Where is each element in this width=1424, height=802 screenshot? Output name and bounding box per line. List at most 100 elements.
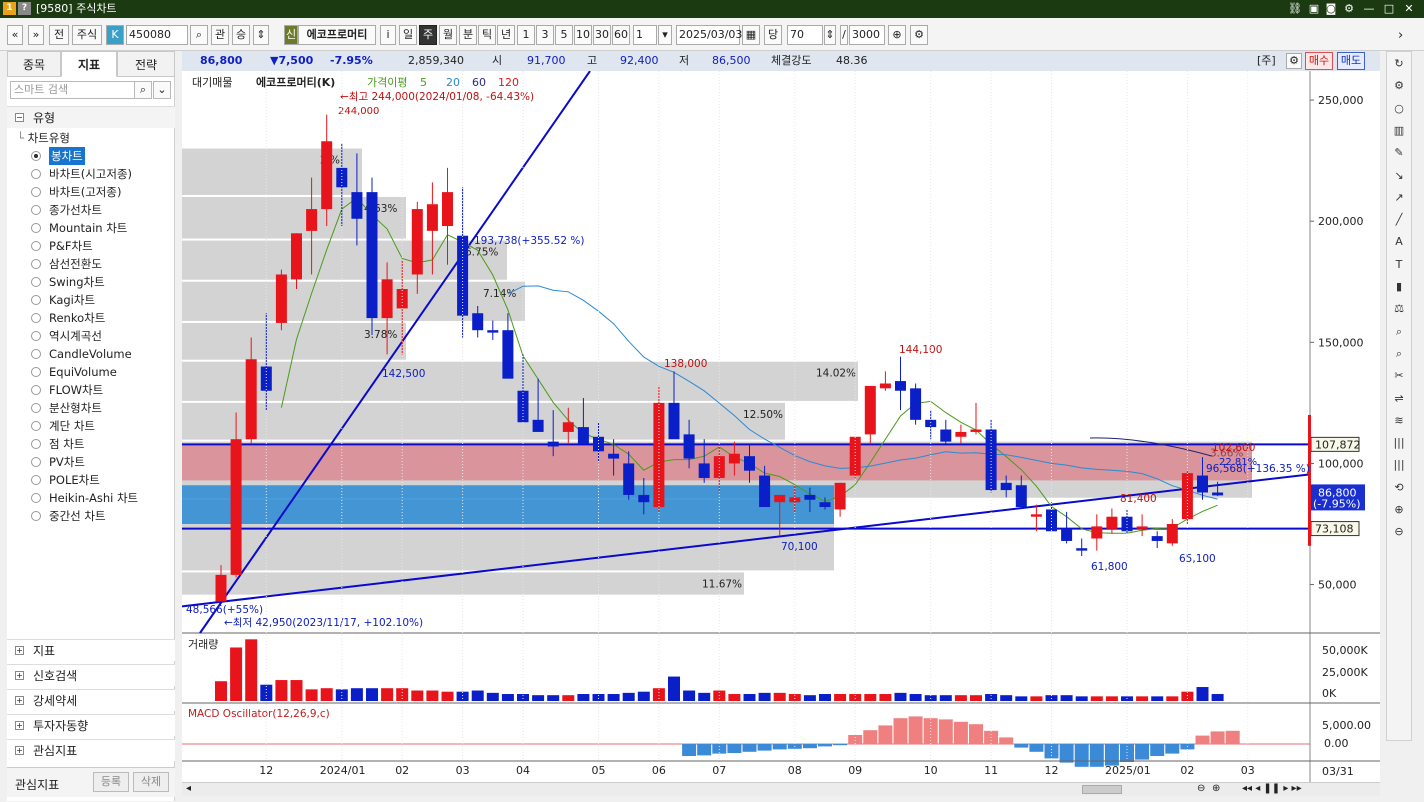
- toolbar-item-18[interactable]: 년: [497, 25, 515, 45]
- radio-icon[interactable]: [31, 475, 41, 485]
- toolbar-item-10[interactable]: 신: [284, 25, 298, 45]
- link-icon[interactable]: ⛓: [1286, 0, 1304, 18]
- toolbar-item-31[interactable]: ⇕: [824, 25, 836, 45]
- zoom-icon[interactable]: ⌕: [1391, 324, 1407, 340]
- section-item[interactable]: + 지표: [7, 639, 175, 661]
- scroll-left-icon[interactable]: ◂: [186, 783, 191, 794]
- toolbar-item-23[interactable]: 30: [593, 25, 611, 45]
- radio-icon[interactable]: [31, 313, 41, 323]
- radio-icon[interactable]: [31, 349, 41, 359]
- plus-icon[interactable]: +: [15, 696, 24, 705]
- search-icon[interactable]: ⌕: [134, 81, 152, 99]
- toolbar-item-32[interactable]: /: [840, 25, 848, 45]
- bar-icon[interactable]: ▮: [1391, 279, 1407, 295]
- auto-icon[interactable]: A: [1391, 234, 1407, 250]
- radio-icon[interactable]: [31, 169, 41, 179]
- radio-icon[interactable]: [31, 277, 41, 287]
- toolbar-item-14[interactable]: 주: [419, 25, 437, 45]
- plus-icon[interactable]: +: [15, 746, 24, 755]
- radio-icon[interactable]: [31, 187, 41, 197]
- toolbar-item-29[interactable]: 당: [764, 25, 782, 45]
- toolbar-item-22[interactable]: 10: [574, 25, 592, 45]
- toolbar-item-2[interactable]: 전: [49, 25, 69, 45]
- zoom-in-icon[interactable]: ⊕: [1391, 502, 1407, 518]
- minus-icon[interactable]: −: [15, 113, 24, 122]
- column-icon[interactable]: |||: [1391, 457, 1407, 473]
- toolbar-item-30[interactable]: 70: [787, 25, 823, 45]
- undo-icon[interactable]: ⟲: [1391, 480, 1407, 496]
- collapse-icon[interactable]: ›: [1398, 28, 1403, 43]
- fibo-icon[interactable]: |||: [1391, 435, 1407, 451]
- radio-icon[interactable]: [31, 439, 41, 449]
- zoom-in-icon[interactable]: ⊕: [1212, 783, 1220, 794]
- toolbar-item-6[interactable]: ⌕: [190, 25, 208, 45]
- toolbar-item-24[interactable]: 60: [612, 25, 630, 45]
- toolbar-item-5[interactable]: 450080: [126, 25, 188, 45]
- tab-indicator[interactable]: 지표: [61, 51, 117, 77]
- radio-icon[interactable]: [31, 331, 41, 341]
- toolbar-item-17[interactable]: 틱: [478, 25, 496, 45]
- toolbar-item-16[interactable]: 분: [459, 25, 477, 45]
- plus-icon[interactable]: +: [15, 721, 24, 730]
- balance-icon[interactable]: ⚖: [1391, 301, 1407, 317]
- maximize-icon[interactable]: □: [1380, 0, 1398, 18]
- zoom-out-icon[interactable]: ⊖: [1391, 524, 1407, 540]
- toolbar-item-7[interactable]: 관: [211, 25, 229, 45]
- arrow-down-icon[interactable]: ↘: [1391, 168, 1407, 184]
- toolbar-item-11[interactable]: 에코프로머티: [298, 25, 376, 45]
- group-chart-type[interactable]: └ 차트유형: [17, 129, 70, 147]
- radio-icon[interactable]: [31, 457, 41, 467]
- radio-icon[interactable]: [31, 367, 41, 377]
- radio-icon[interactable]: [31, 511, 41, 521]
- radio-icon[interactable]: [31, 403, 41, 413]
- toolbar-item-13[interactable]: 일: [399, 25, 417, 45]
- camera-icon[interactable]: ◙: [1322, 0, 1340, 18]
- radio-icon[interactable]: [31, 493, 41, 503]
- line-icon[interactable]: ╱: [1391, 212, 1407, 228]
- refresh-icon[interactable]: ↻: [1391, 56, 1407, 72]
- tab-stock[interactable]: 종목: [7, 51, 61, 77]
- toolbar-item-33[interactable]: 3000: [849, 25, 885, 45]
- circle-icon[interactable]: ○: [1391, 101, 1407, 117]
- radio-icon[interactable]: [31, 151, 41, 161]
- pen-icon[interactable]: ✎: [1391, 145, 1407, 161]
- save-icon[interactable]: ▣: [1305, 0, 1323, 18]
- swap-icon[interactable]: ⇌: [1391, 391, 1407, 407]
- chart-scrollbar[interactable]: ◂ ⊖ ⊕ ◂◂ ◂ ❚❚ ▸ ▸▸: [182, 782, 1380, 796]
- plus-icon[interactable]: +: [15, 671, 24, 680]
- toolbar-item-27[interactable]: 2025/03/03: [676, 25, 742, 45]
- radio-icon[interactable]: [31, 259, 41, 269]
- zoom-out-icon[interactable]: ⊖: [1197, 783, 1205, 794]
- chart-area[interactable]: 11.67%3.66%12.50%14.02%3.78%7.14%6.75%4.…: [181, 70, 1380, 782]
- register-button[interactable]: 등록: [93, 772, 129, 792]
- radio-icon[interactable]: [31, 295, 41, 305]
- radio-icon[interactable]: [31, 223, 41, 233]
- toolbar-item-12[interactable]: i: [380, 25, 396, 45]
- search-icon[interactable]: ⌕: [1391, 346, 1407, 362]
- section-item[interactable]: + 관심지표: [7, 739, 175, 761]
- toolbar-item-25[interactable]: 1: [633, 25, 657, 45]
- toolbar-item-8[interactable]: 승: [232, 25, 250, 45]
- sell-button[interactable]: 매도: [1337, 52, 1365, 70]
- smart-search-input[interactable]: 스마트 검색: [10, 81, 135, 99]
- wave-icon[interactable]: ≋: [1391, 413, 1407, 429]
- toolbar-item-19[interactable]: 1: [517, 25, 535, 45]
- text-icon[interactable]: T: [1391, 257, 1407, 273]
- settings-icon[interactable]: ⚙: [1286, 53, 1302, 69]
- section-item[interactable]: + 신호검색: [7, 664, 175, 686]
- chevron-down-icon[interactable]: ⌄: [153, 81, 171, 99]
- plus-icon[interactable]: +: [15, 646, 24, 655]
- play-controls[interactable]: ◂◂ ◂ ❚❚ ▸ ▸▸: [1242, 783, 1302, 794]
- delete-button[interactable]: 삭제: [133, 772, 169, 792]
- minimize-icon[interactable]: —: [1360, 0, 1378, 18]
- toolbar-item-28[interactable]: ▦: [742, 25, 760, 45]
- section-type[interactable]: − 유형: [7, 106, 175, 128]
- scroll-thumb[interactable]: [1082, 785, 1122, 794]
- radio-icon[interactable]: [31, 385, 41, 395]
- toolbar-item-21[interactable]: 5: [555, 25, 573, 45]
- toolbar-item-34[interactable]: ⊕: [888, 25, 906, 45]
- arrow-up-icon[interactable]: ↗: [1391, 190, 1407, 206]
- toolbar-item-9[interactable]: ⇕: [253, 25, 269, 45]
- chart-svg[interactable]: 11.67%3.66%12.50%14.02%3.78%7.14%6.75%4.…: [181, 70, 1380, 782]
- radio-icon[interactable]: [31, 421, 41, 431]
